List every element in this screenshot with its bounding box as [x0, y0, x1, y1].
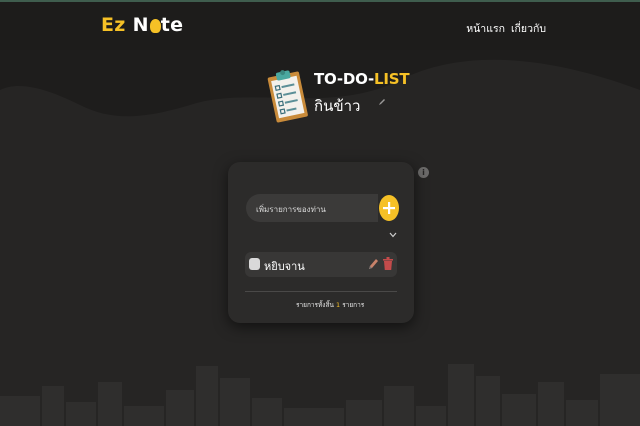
- info-icon[interactable]: i: [418, 167, 429, 178]
- ez-note-logo[interactable]: Ez Nte: [101, 14, 183, 36]
- item-label: หยิบจาน: [264, 260, 305, 273]
- divider: [245, 291, 397, 292]
- edit-icon[interactable]: [368, 258, 379, 270]
- todo-card: [228, 162, 414, 323]
- nav-home-link[interactable]: หน้าแรก: [466, 20, 505, 37]
- list-title: TO-DO-LIST: [314, 70, 410, 88]
- city-skyline: [0, 364, 640, 426]
- trash-icon[interactable]: [383, 257, 393, 270]
- top-header: Ez Nte หน้าแรก เกี่ยวกับ: [0, 2, 640, 50]
- top-nav: หน้าแรก เกี่ยวกับ: [466, 20, 546, 37]
- chevron-down-icon[interactable]: [389, 232, 397, 238]
- item-checkbox[interactable]: [249, 258, 260, 270]
- clipboard-icon: [267, 70, 308, 123]
- nav-about-link[interactable]: เกี่ยวกับ: [511, 20, 546, 37]
- edit-list-name-icon[interactable]: [378, 98, 386, 106]
- item-count-summary: รายการทั้งสิ้น 1 รายการ: [296, 301, 365, 309]
- list-name[interactable]: กินข้าว: [314, 94, 360, 118]
- add-item-button[interactable]: [379, 195, 399, 221]
- add-item-input[interactable]: เพิ่มรายการของท่าน: [256, 203, 326, 216]
- lightbulb-icon: [149, 19, 161, 33]
